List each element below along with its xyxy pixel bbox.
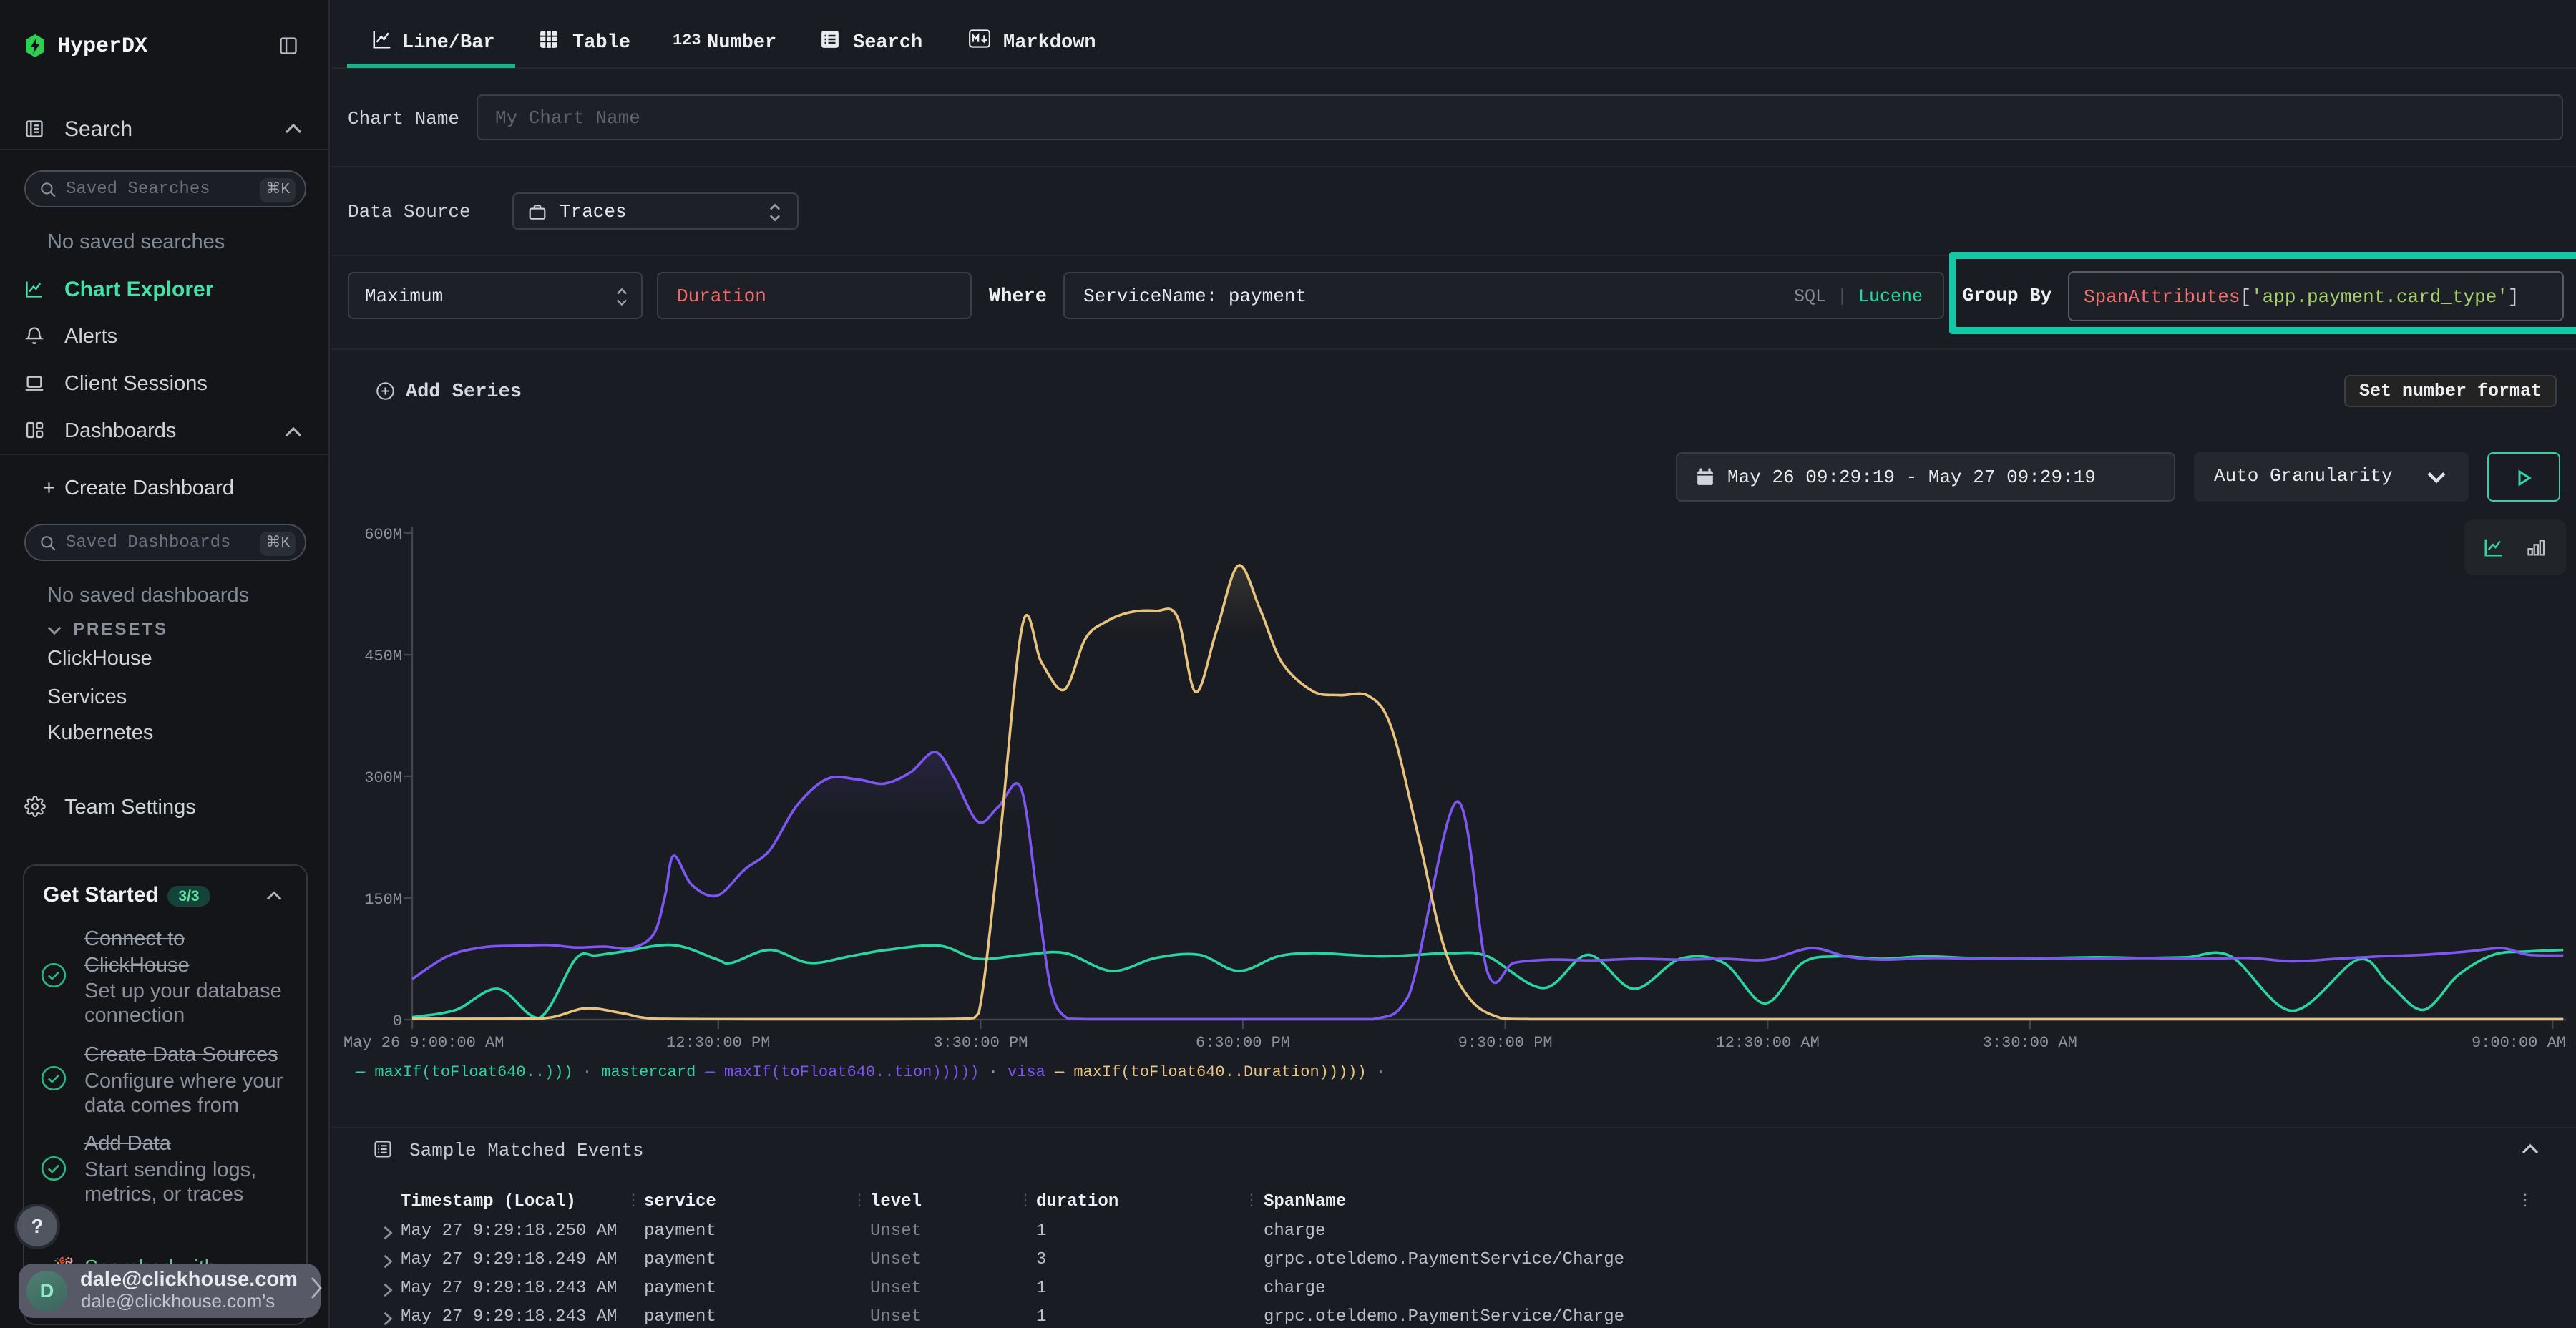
svg-text:3:30:00 PM: 3:30:00 PM	[933, 1034, 1028, 1052]
svg-text:150M: 150M	[364, 891, 402, 909]
svg-text:12:30:00 PM: 12:30:00 PM	[666, 1034, 770, 1052]
svg-text:12:30:00 AM: 12:30:00 AM	[1716, 1034, 1820, 1052]
svg-text:9:30:00 PM: 9:30:00 PM	[1458, 1034, 1553, 1052]
svg-text:600M: 600M	[364, 526, 402, 544]
svg-text:6:30:00 PM: 6:30:00 PM	[1196, 1034, 1290, 1052]
svg-text:3:30:00 AM: 3:30:00 AM	[1983, 1034, 2077, 1052]
svg-text:0: 0	[393, 1012, 402, 1030]
svg-text:May 26 9:00:00 AM: May 26 9:00:00 AM	[343, 1034, 504, 1052]
svg-text:300M: 300M	[364, 769, 402, 787]
svg-text:450M: 450M	[364, 648, 402, 665]
svg-text:9:00:00 AM: 9:00:00 AM	[2472, 1034, 2566, 1052]
